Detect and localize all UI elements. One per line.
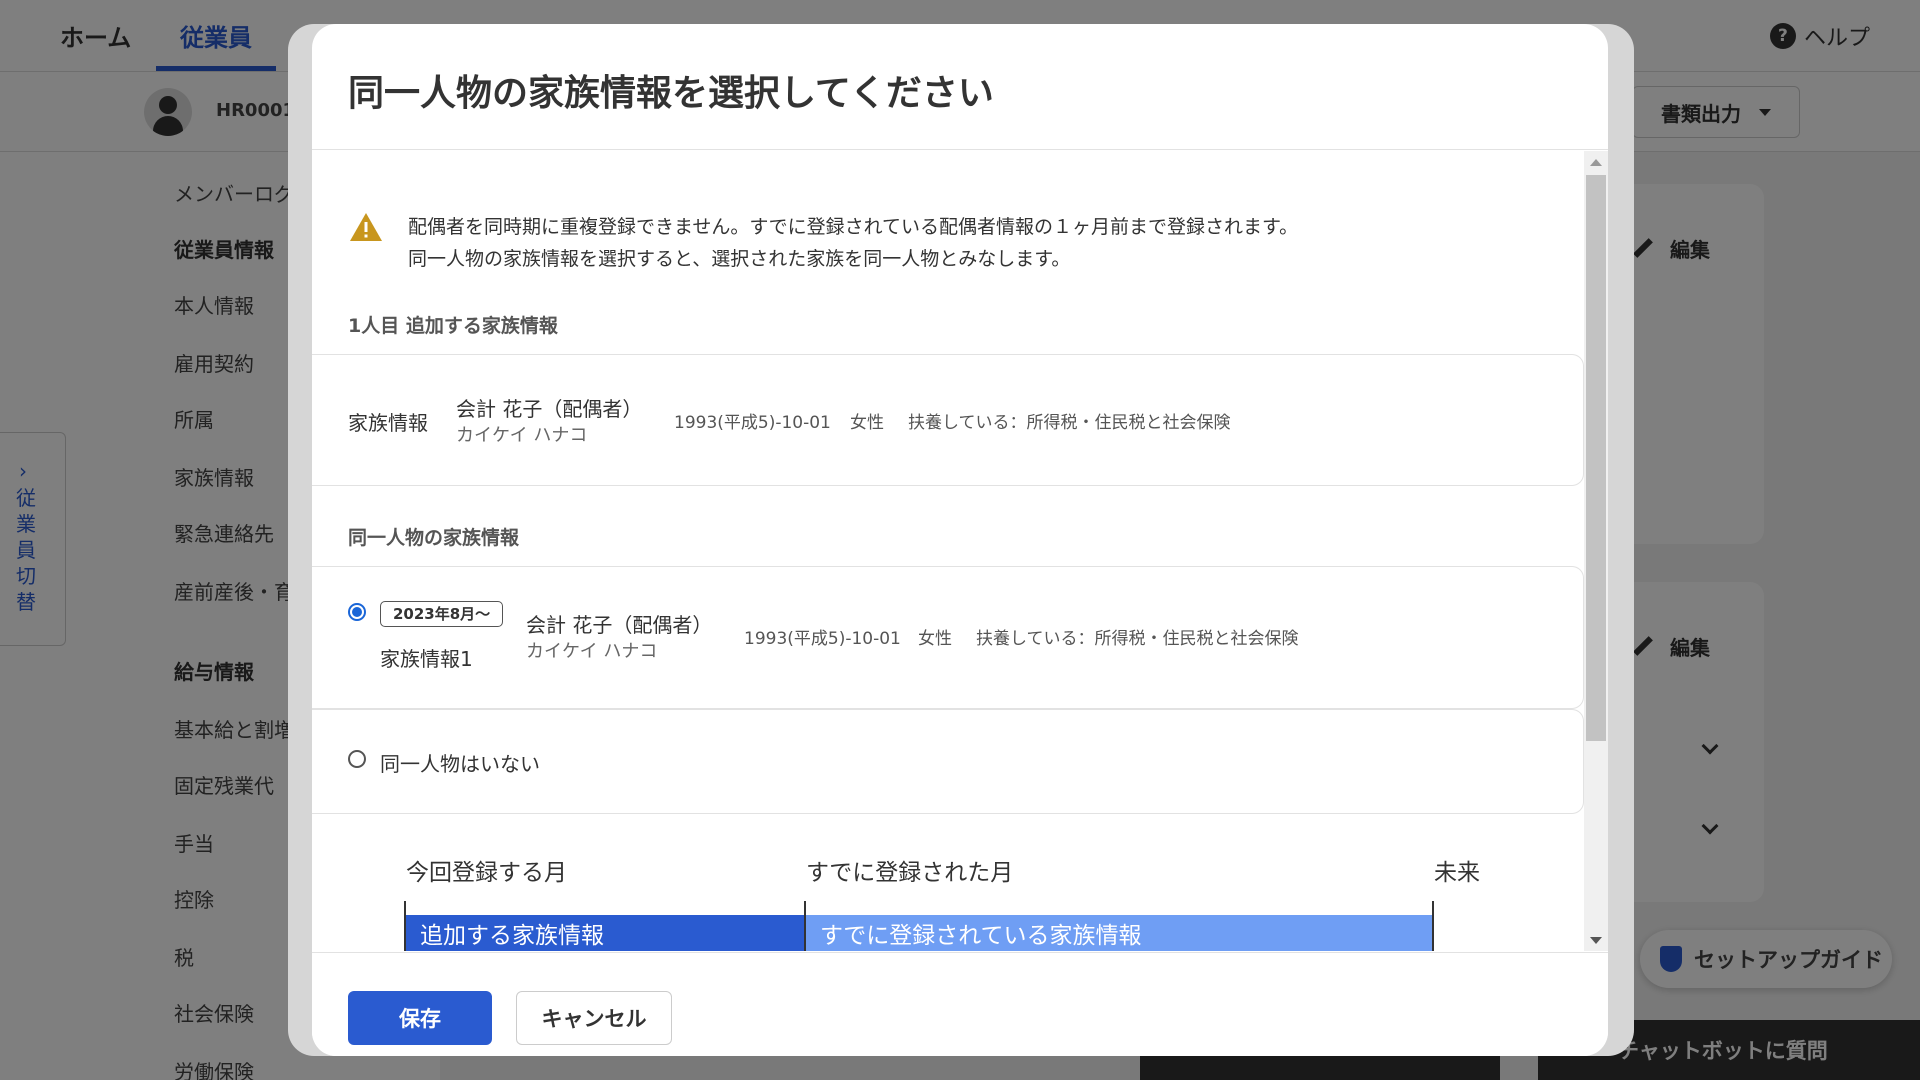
family-dependent-status: 扶養している：所得税・住民税と社会保険	[976, 629, 1299, 649]
warning-line-1: 配偶者を同時期に重複登録できません。すでに登録されている配偶者情報の１ヶ月前まで…	[408, 216, 1299, 238]
timeline-future: 未来	[1434, 860, 1480, 886]
family-kana: カイケイ ハナコ	[456, 425, 588, 446]
dialog-body: 配偶者を同時期に重複登録できません。すでに登録されている配偶者情報の１ヶ月前まで…	[312, 151, 1608, 951]
family-kana: カイケイ ハナコ	[526, 641, 658, 662]
family-name: 会計 花子（配偶者）	[526, 613, 713, 637]
dialog-title: 同一人物の家族情報を選択してください	[348, 73, 994, 114]
save-button[interactable]: 保存	[348, 991, 492, 1045]
dialog-scrollbar[interactable]	[1584, 151, 1608, 951]
family-option-1[interactable]: 2023年8月〜 家族情報1 会計 花子（配偶者） カイケイ ハナコ 1993(…	[312, 566, 1584, 709]
family-birthdate: 1993(平成5)-10-01	[674, 413, 831, 433]
family-option-none[interactable]: 同一人物はいない	[312, 709, 1584, 814]
scroll-down-arrow[interactable]	[1590, 937, 1602, 944]
dialog-footer: 保存 キャンセル	[312, 952, 1608, 1056]
cancel-button[interactable]: キャンセル	[516, 991, 672, 1045]
option-label: 家族情報1	[380, 647, 473, 671]
new-family-panel: 家族情報 会計 花子（配偶者） カイケイ ハナコ 1993(平成5)-10-01…	[312, 354, 1584, 486]
family-gender: 女性	[850, 413, 884, 433]
family-select-dialog: 同一人物の家族情報を選択してください 配偶者を同時期に重複登録できません。すでに…	[312, 24, 1608, 1056]
timeline-divider	[1432, 901, 1434, 951]
section-new-family-label: 1人目 追加する家族情報	[348, 315, 558, 337]
warning-message: 配偶者を同時期に重複登録できません。すでに登録されている配偶者情報の１ヶ月前まで…	[408, 211, 1298, 275]
section-same-person-label: 同一人物の家族情報	[348, 527, 520, 549]
timeline-current-month: 今回登録する月	[406, 860, 567, 886]
period-badge: 2023年8月〜	[380, 601, 504, 627]
dialog-header: 同一人物の家族情報を選択してください	[312, 24, 1608, 150]
radio-family-1[interactable]	[348, 603, 366, 621]
warning-icon	[350, 213, 382, 241]
family-name: 会計 花子（配偶者）	[456, 397, 643, 421]
radio-no-same-person[interactable]	[348, 750, 366, 768]
family-info-label: 家族情報	[348, 411, 428, 435]
family-birthdate: 1993(平成5)-10-01	[744, 629, 901, 649]
option-label: 同一人物はいない	[380, 752, 540, 776]
scroll-up-arrow[interactable]	[1590, 159, 1602, 166]
timeline-registered-month: すでに登録された月	[806, 860, 1014, 886]
family-dependent-status: 扶養している：所得税・住民税と社会保険	[908, 413, 1231, 433]
timeline-existing-family-bar: すでに登録されている家族情報	[806, 915, 1432, 951]
warning-line-2: 同一人物の家族情報を選択すると、選択された家族を同一人物とみなします。	[408, 248, 1071, 270]
scroll-thumb[interactable]	[1586, 175, 1606, 741]
timeline-new-family-bar: 追加する家族情報	[406, 915, 804, 951]
family-gender: 女性	[918, 629, 952, 649]
